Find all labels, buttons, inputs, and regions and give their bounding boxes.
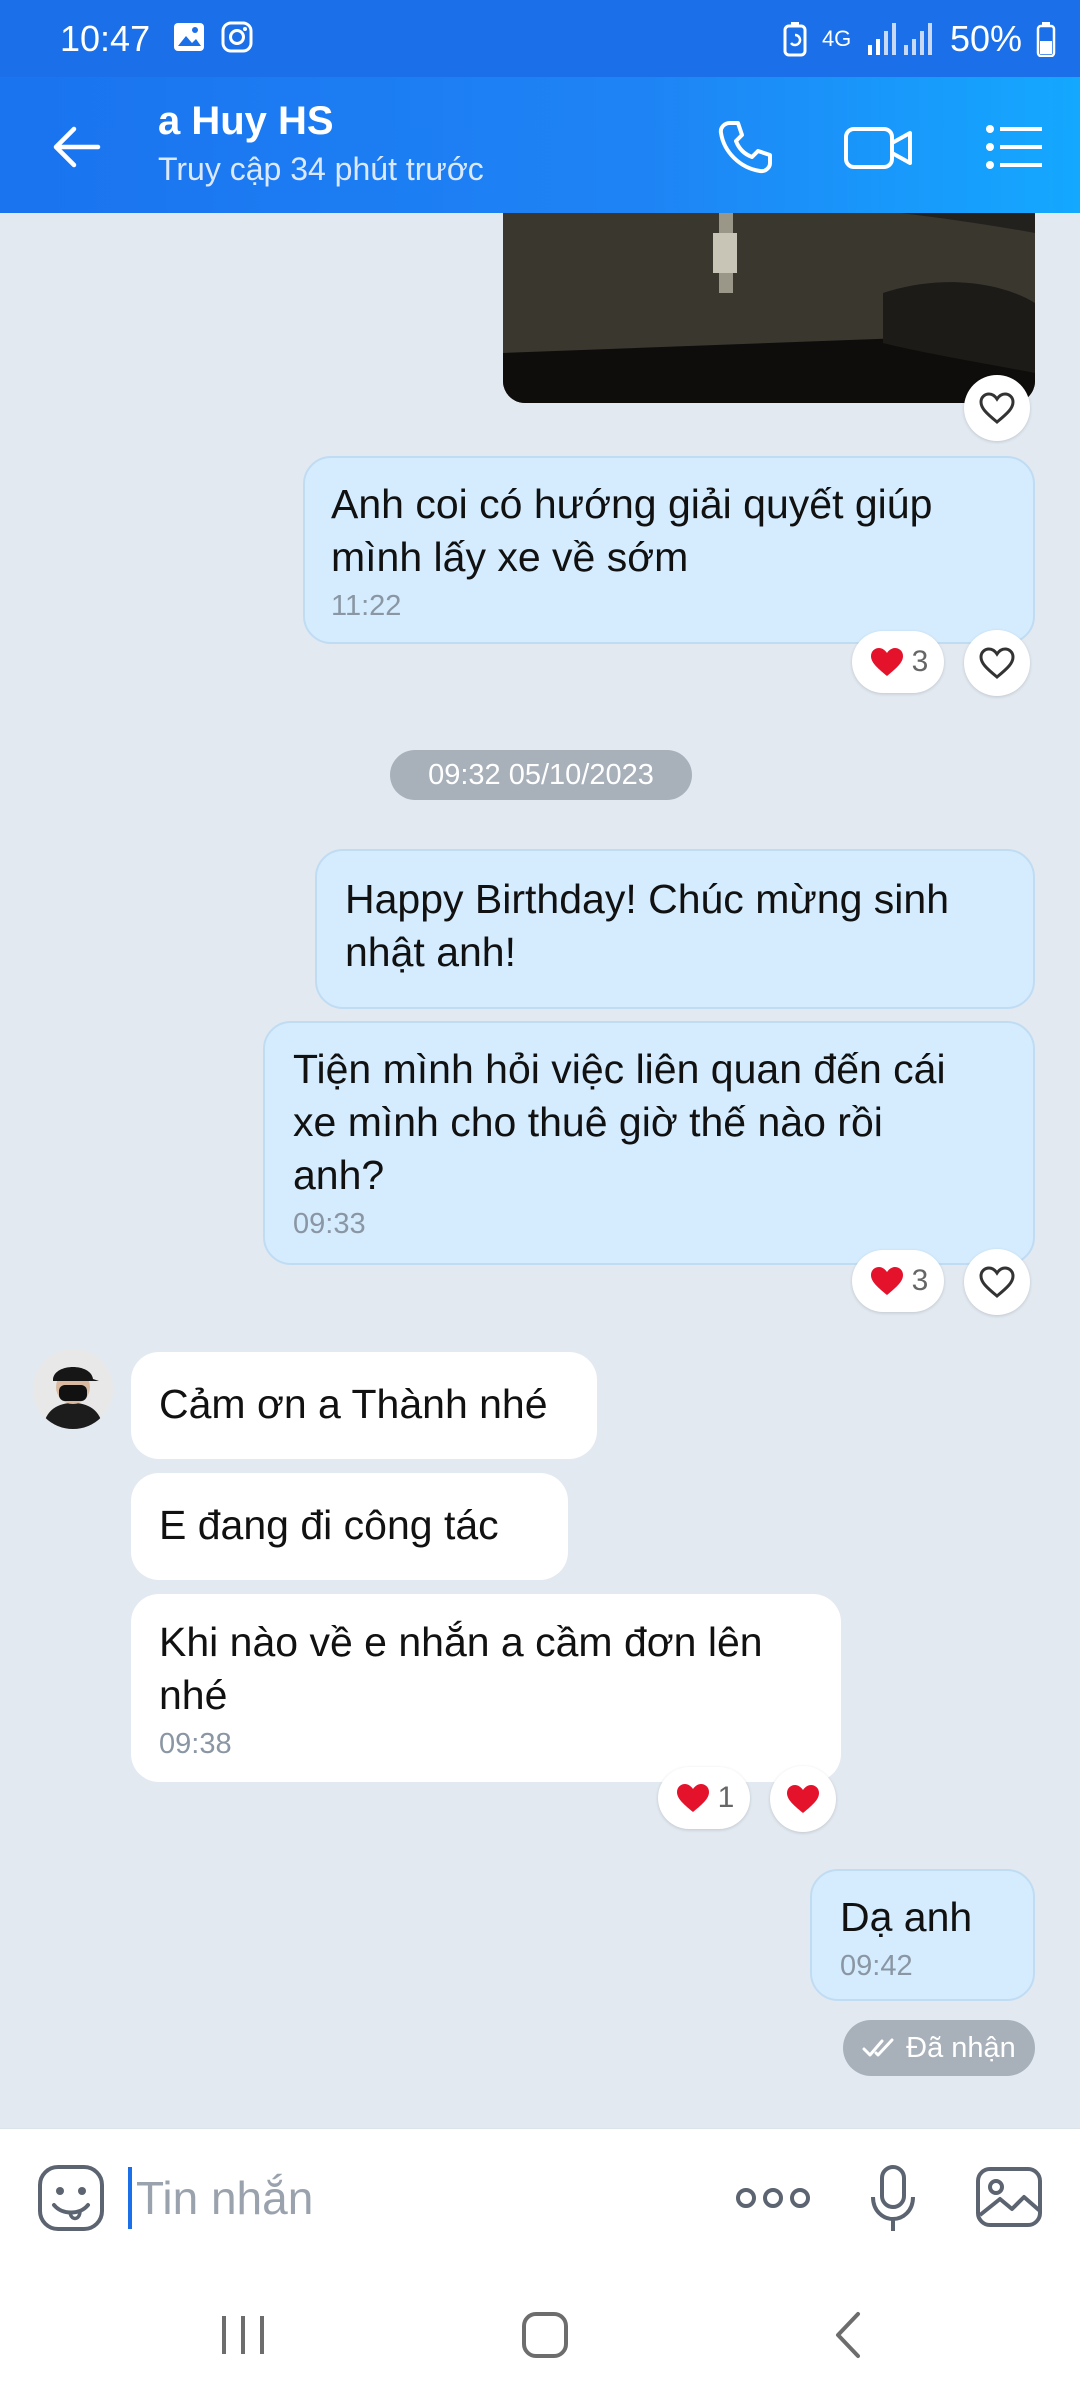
- message-bubble-outgoing[interactable]: Anh coi có hướng giải quyết giúp mình lấ…: [303, 456, 1035, 644]
- reaction-button[interactable]: [964, 1249, 1030, 1315]
- reaction-count: 1: [717, 1781, 735, 1814]
- message-text: Happy Birthday! Chúc mừng sinh nhật anh!: [345, 876, 950, 975]
- message-text: Khi nào về e nhắn a cầm đơn lên nhé: [159, 1619, 763, 1718]
- avatar-image: [33, 1349, 113, 1429]
- message-time: 09:38: [159, 1728, 232, 1760]
- reaction-button[interactable]: [964, 630, 1030, 696]
- menu-list-icon[interactable]: [982, 115, 1046, 179]
- nav-recents-icon[interactable]: [218, 2312, 268, 2358]
- microphone-icon[interactable]: [868, 2163, 918, 2235]
- network-type: 4G: [821, 26, 852, 51]
- reaction-button[interactable]: [770, 1766, 836, 1832]
- battery-percent: 50%: [949, 18, 1022, 59]
- instagram-icon: [221, 21, 253, 53]
- reaction-summary[interactable]: 3: [852, 631, 944, 693]
- message-input[interactable]: [128, 2167, 688, 2229]
- contact-name[interactable]: a Huy HS: [158, 99, 334, 144]
- nav-back-icon[interactable]: [830, 2310, 866, 2360]
- message-bubble-outgoing[interactable]: Happy Birthday! Chúc mừng sinh nhật anh!: [315, 849, 1035, 1009]
- heart-filled-icon: [870, 1267, 903, 1295]
- signal-icon: [867, 23, 932, 55]
- message-text: E đang đi công tác: [159, 1502, 499, 1548]
- last-seen: Truy cập 34 phút trước: [158, 151, 484, 187]
- more-icon[interactable]: [735, 2185, 811, 2211]
- photo-message[interactable]: [503, 213, 1035, 403]
- message-time: 11:22: [331, 590, 402, 622]
- double-check-icon: [862, 2038, 894, 2057]
- reaction-summary[interactable]: 1: [658, 1767, 750, 1829]
- video-call-icon[interactable]: [842, 115, 914, 179]
- message-bubble-outgoing[interactable]: Dạ anh 09:42: [810, 1869, 1035, 2001]
- back-arrow-icon[interactable]: [48, 117, 108, 177]
- message-composer: [0, 2128, 1080, 2264]
- message-bubble-incoming[interactable]: Khi nào về e nhắn a cầm đơn lên nhé 09:3…: [131, 1594, 841, 1782]
- heart-outline-icon[interactable]: [978, 646, 1016, 680]
- message-time: 09:42: [840, 1950, 913, 1982]
- battery-icon: [1036, 22, 1056, 57]
- nav-home-icon[interactable]: [520, 2310, 570, 2360]
- image-icon[interactable]: [974, 2165, 1044, 2229]
- chat-header: a Huy HS Truy cập 34 phút trước: [0, 77, 1080, 213]
- heart-filled-icon: [870, 648, 903, 676]
- gallery-icon: [174, 23, 204, 51]
- heart-outline-icon[interactable]: [978, 391, 1016, 425]
- delivery-status: Đã nhận: [843, 2020, 1035, 2076]
- message-time: 09:33: [293, 1208, 366, 1240]
- reaction-count: 3: [911, 1264, 929, 1297]
- message-text: Anh coi có hướng giải quyết giúp mình lấ…: [331, 481, 933, 580]
- message-text: Cảm ơn a Thành nhé: [159, 1381, 548, 1427]
- date-separator: 09:32 05/10/2023: [390, 750, 692, 800]
- delivery-status-text: Đã nhận: [906, 2031, 1016, 2064]
- message-bubble-incoming[interactable]: Cảm ơn a Thành nhé: [131, 1352, 597, 1459]
- reaction-button[interactable]: [964, 375, 1030, 441]
- reaction-summary[interactable]: 3: [852, 1250, 944, 1312]
- phone-icon[interactable]: [712, 115, 776, 179]
- status-time: 10:47: [60, 18, 151, 59]
- reaction-count: 3: [911, 645, 929, 678]
- message-bubble-outgoing[interactable]: Tiện mình hỏi việc liên quan đến cái xe …: [263, 1021, 1035, 1265]
- battery-saver-icon: [783, 22, 807, 57]
- message-bubble-incoming[interactable]: E đang đi công tác: [131, 1473, 568, 1580]
- sticker-icon[interactable]: [36, 2163, 106, 2233]
- message-text: Tiện mình hỏi việc liên quan đến cái xe …: [293, 1046, 946, 1198]
- heart-filled-icon[interactable]: [784, 1782, 822, 1816]
- status-bar: 10:47 4G 50%: [0, 0, 1080, 77]
- chat-area[interactable]: Anh coi có hướng giải quyết giúp mình lấ…: [0, 213, 1080, 2128]
- avatar[interactable]: [33, 1349, 113, 1429]
- message-text: Dạ anh: [840, 1894, 973, 1940]
- photo-content: [503, 213, 1035, 403]
- heart-filled-icon: [676, 1784, 709, 1812]
- heart-outline-icon[interactable]: [978, 1265, 1016, 1299]
- system-navigation-bar: [0, 2264, 1080, 2400]
